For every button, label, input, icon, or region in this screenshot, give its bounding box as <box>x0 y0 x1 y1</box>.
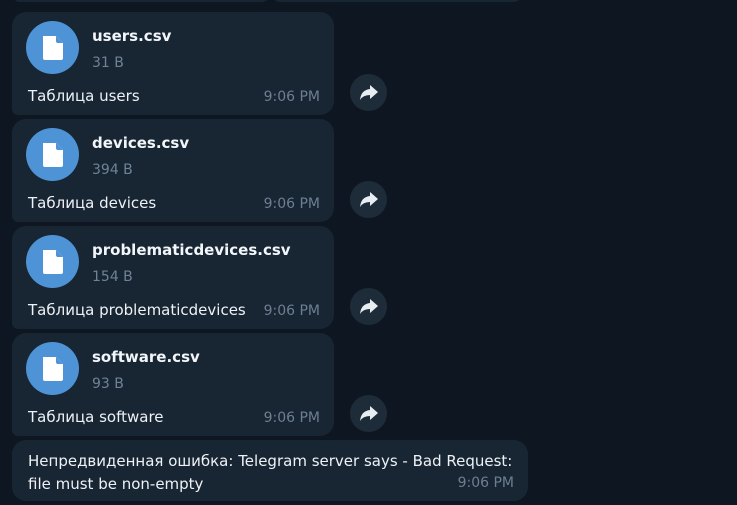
file-size: 394 B <box>92 162 133 178</box>
forward-button[interactable] <box>350 181 387 218</box>
share-arrow-icon <box>360 406 378 421</box>
forward-button[interactable] <box>350 288 387 325</box>
share-arrow-icon <box>360 192 378 207</box>
message-time: 9:06 PM <box>457 475 514 491</box>
message-time: 9:06 PM <box>263 303 320 319</box>
message-caption: Таблица users <box>28 87 140 105</box>
message-time: 9:06 PM <box>263 410 320 426</box>
file-icon[interactable] <box>26 235 79 288</box>
message-caption: Таблица software <box>28 408 164 426</box>
chat-history: users.csv 31 B Таблица users 9:06 PM dev… <box>0 0 737 505</box>
file-size: 93 B <box>92 376 124 392</box>
file-message[interactable]: problematicdevices.csv 154 B Таблица pro… <box>12 226 334 329</box>
file-message[interactable]: users.csv 31 B Таблица users 9:06 PM <box>12 12 334 115</box>
forward-button[interactable] <box>350 74 387 111</box>
message-caption: Таблица problematicdevices <box>28 301 246 319</box>
file-size: 31 B <box>92 55 124 71</box>
message-time: 9:06 PM <box>263 89 320 105</box>
file-icon[interactable] <box>26 342 79 395</box>
message-caption: Таблица devices <box>28 194 157 212</box>
error-message[interactable]: Непредвиденная ошибка: Telegram server s… <box>12 440 528 501</box>
file-icon[interactable] <box>26 128 79 181</box>
file-message[interactable]: software.csv 93 B Таблица software 9:06 … <box>12 333 334 436</box>
share-arrow-icon <box>360 85 378 100</box>
file-name[interactable]: devices.csv <box>92 134 189 152</box>
share-arrow-icon <box>360 299 378 314</box>
file-name[interactable]: users.csv <box>92 27 171 45</box>
previous-message-bubble <box>272 0 522 2</box>
forward-button[interactable] <box>350 395 387 432</box>
previous-message-bubble <box>12 0 270 2</box>
file-icon[interactable] <box>26 21 79 74</box>
error-message-text: Непредвиденная ошибка: Telegram server s… <box>28 452 513 493</box>
message-time: 9:06 PM <box>263 196 320 212</box>
file-size: 154 B <box>92 269 133 285</box>
file-name[interactable]: software.csv <box>92 348 200 366</box>
file-message[interactable]: devices.csv 394 B Таблица devices 9:06 P… <box>12 119 334 222</box>
file-name[interactable]: problematicdevices.csv <box>92 241 291 259</box>
